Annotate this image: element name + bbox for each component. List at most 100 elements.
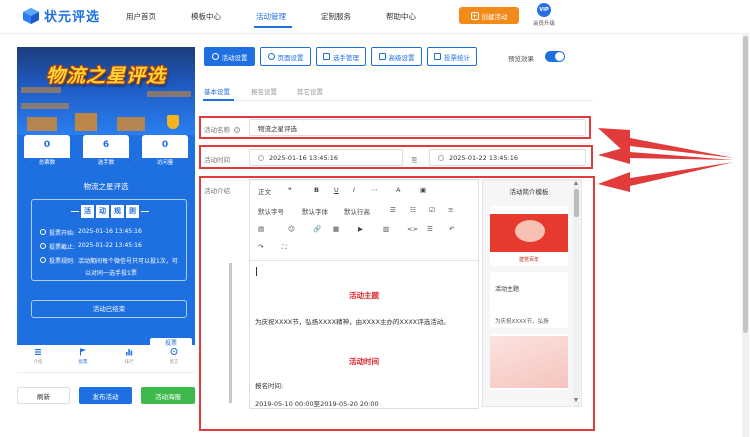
nav-active-indicator: [254, 26, 292, 28]
create-activity-button[interactable]: + 创建活动: [459, 7, 519, 24]
mobile-preview: 物流之星评选 0 总票数 6 选手数 0 访问量 物流之星评选 活 动 规 则 …: [17, 47, 195, 347]
toggle-knob: [555, 52, 564, 61]
stat-value: 0: [43, 140, 51, 150]
publish-activity-button[interactable]: 发布活动: [79, 387, 132, 404]
nav-item-custom-service[interactable]: 定制服务: [321, 11, 351, 22]
subtab-signup-settings[interactable]: 报名设置: [251, 86, 277, 96]
preview-toggle[interactable]: [545, 51, 565, 62]
list-icon: [35, 349, 41, 355]
rules-tag: 活: [81, 205, 94, 218]
vip-label: 会员升级: [532, 21, 555, 27]
refresh-button[interactable]: 刷新: [17, 387, 70, 404]
rule-label: 投票规则:: [49, 258, 76, 265]
rule-vote-policy-line2: 以对同一选手投1票: [85, 270, 137, 277]
box-shape: [27, 117, 57, 131]
tabbar-label: 留言: [169, 360, 179, 365]
divider: [141, 211, 149, 212]
rule-vote-policy: 投票规则: 活动期间每个微信号只可以投1次，可: [40, 256, 178, 265]
rules-tag: 规: [111, 205, 124, 218]
tabbar-label: 排行: [124, 360, 134, 365]
bar-chart-icon: [126, 349, 133, 356]
message-icon: [170, 348, 178, 355]
preview-stats: 0 总票数 6 选手数 0 访问量: [17, 135, 195, 171]
box-shape: [75, 113, 97, 131]
rule-label: 投票开始:: [49, 230, 76, 237]
highlight-box-time: [199, 145, 593, 169]
rules-box: 活 动 规 则 投票开始: 2025-01-16 13:45:16 投票截止: …: [31, 199, 187, 281]
users-icon: [323, 53, 330, 60]
preview-toggle-label: 预览效果: [508, 55, 534, 63]
gear-icon: [211, 53, 219, 60]
clock-icon: [40, 229, 46, 235]
tabbar-item-message[interactable]: 留言: [159, 348, 189, 365]
flag-icon: [80, 348, 86, 356]
subtab-active-indicator: [203, 99, 234, 101]
rule-vote-start: 投票开始: 2025-01-16 13:45:16: [40, 228, 142, 237]
divider: [71, 211, 79, 212]
brand-logo[interactable]: 状元评选: [22, 6, 100, 25]
activity-ended-status: 活动已结束: [31, 300, 187, 318]
banner-title: 物流之星评选: [45, 65, 166, 87]
stat-value: 0: [161, 140, 169, 150]
stat-value: 6: [102, 140, 110, 150]
logo-icon: [22, 7, 40, 25]
chart-icon: [434, 53, 441, 60]
page-scrollbar-thumb[interactable]: [743, 36, 748, 333]
nav-item-activity-management[interactable]: 活动管理: [256, 11, 286, 22]
nav-item-templates[interactable]: 模板中心: [191, 11, 221, 22]
rule-value: 活动期间每个微信号只可以投1次，可: [78, 258, 178, 265]
subtab-other-settings[interactable]: 其它设置: [297, 86, 323, 96]
nav-item-home[interactable]: 用户首页: [126, 11, 156, 22]
toolbar-button-label: 页面设置: [277, 53, 304, 62]
highlight-box-name: [199, 116, 591, 139]
shelf-shape: [147, 91, 191, 97]
trophy-icon: [167, 115, 179, 129]
rules-tag: 动: [96, 205, 109, 218]
toolbar-button-label: 高级设置: [388, 53, 415, 62]
divider: [203, 100, 593, 101]
preview-activity-title: 物流之星评选: [83, 182, 129, 191]
rule-vote-end: 投票截止: 2025-01-22 13:45:16: [40, 242, 142, 251]
clock-icon: [40, 257, 46, 263]
annotation-arrows: [598, 128, 734, 192]
vip-icon: VIP: [537, 3, 551, 17]
stat-label: 总票数: [24, 158, 70, 169]
vip-upgrade[interactable]: VIP 会员升级: [531, 3, 557, 27]
arrow-shape: [598, 162, 734, 192]
tab-page-settings[interactable]: 页面设置: [260, 47, 311, 66]
stat-label: 访问量: [142, 158, 188, 169]
sliders-icon: [378, 53, 386, 60]
stat-total-votes: 0 总票数: [24, 135, 70, 169]
nav-item-help[interactable]: 帮助中心: [386, 11, 416, 22]
activity-poster-button[interactable]: 活动海报: [141, 387, 195, 404]
rules-tag: 则: [126, 205, 139, 218]
subtab-basic-settings[interactable]: 基本设置: [204, 86, 230, 96]
toolbar-button-label: 投票统计: [444, 53, 470, 62]
shelf-shape: [21, 103, 69, 109]
clock-icon: [40, 243, 46, 249]
tabbar-label: 投票: [78, 360, 88, 365]
toolbar-button-label: 选手管理: [333, 53, 359, 62]
highlight-box-intro: [199, 176, 595, 431]
preview-tabbar: 投票 介绍 投票 排行 留言: [17, 338, 195, 373]
tabbar-item-vote[interactable]: 投票: [68, 348, 98, 365]
settings-icon: [267, 53, 275, 60]
tab-activity-settings[interactable]: 活动设置: [204, 47, 255, 66]
preview-banner: 物流之星评选: [17, 47, 195, 135]
tabbar-item-intro[interactable]: 介绍: [23, 348, 53, 365]
rule-label: 投票截止:: [49, 244, 76, 251]
tabbar-label: 介绍: [33, 360, 43, 365]
rule-value: 2025-01-16 13:45:16: [78, 228, 142, 235]
tabbar-item-ranking[interactable]: 排行: [114, 348, 144, 365]
tab-contestant-management[interactable]: 选手管理: [316, 47, 366, 66]
create-activity-label: 创建活动: [481, 12, 508, 21]
top-navbar: 状元评选 用户首页 模板中心 活动管理 定制服务 帮助中心 + 创建活动 VIP…: [0, 0, 750, 34]
brand-name: 状元评选: [44, 10, 101, 25]
toolbar-button-label: 活动设置: [221, 53, 248, 62]
box-shape: [117, 117, 145, 131]
rules-heading: 活 动 规 则: [32, 205, 188, 218]
stat-contestants: 6 选手数: [83, 135, 129, 169]
plus-icon: +: [470, 11, 479, 20]
tab-vote-statistics[interactable]: 投票统计: [427, 47, 477, 66]
tab-advanced-settings[interactable]: 高级设置: [371, 47, 422, 66]
